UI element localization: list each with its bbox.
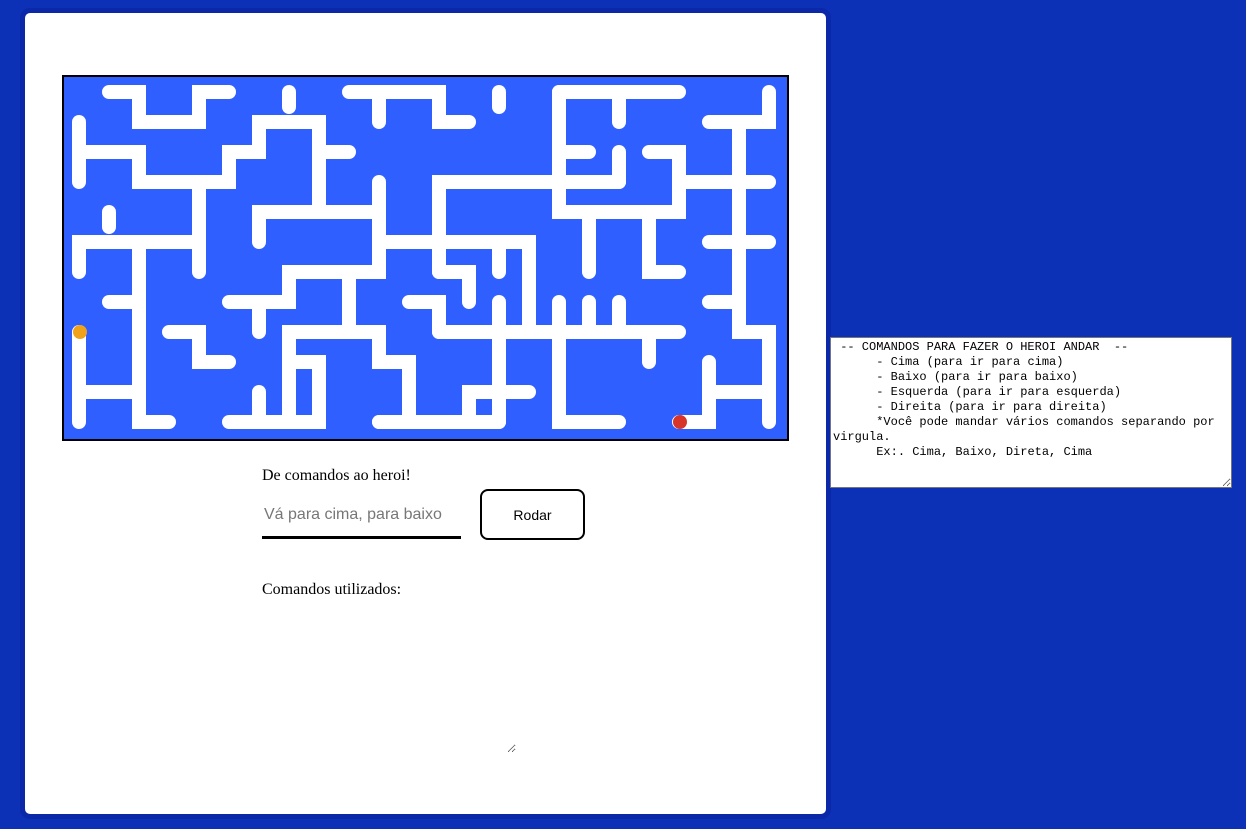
used-commands-label: Comandos utilizados: [262,581,402,598]
command-prompt-label: De comandos ao heroi! [262,467,411,484]
maze-board [62,75,789,441]
used-commands-area[interactable] [262,603,516,753]
command-input[interactable] [262,493,461,539]
hero-dot [73,325,87,339]
goal-dot [673,415,687,429]
help-instructions-area[interactable]: -- COMANDOS PARA FAZER O HEROI ANDAR -- … [830,337,1232,488]
run-button[interactable]: Rodar [480,489,585,540]
maze-canvas [72,85,776,429]
maze-walls [72,85,776,429]
